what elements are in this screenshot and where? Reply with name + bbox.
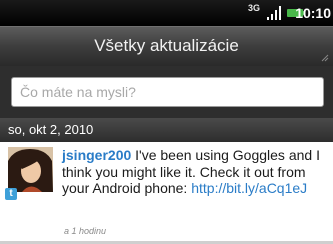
resize-grip-icon [321,54,329,62]
signal-strength-icon [267,6,281,20]
tweet-link[interactable]: http://bit.ly/aCq1eJ [191,180,307,196]
title-bar: Všetky aktualizácie [0,26,333,66]
clock: 10:10 [295,5,331,21]
feed-item[interactable]: t jsinger200 I've been using Goggles and… [0,142,333,244]
network-3g-icon: 3G [247,4,261,22]
status-bar: 3G 10:10 [0,0,333,26]
tweet-text: jsinger200 I've been using Goggles and I… [62,147,328,197]
tweet-username[interactable]: jsinger200 [62,147,131,163]
tweet-timestamp: a 1 hodinu [64,226,107,236]
page-title: Všetky aktualizácie [94,36,239,55]
network-type: 3G [247,3,260,13]
avatar-photo-icon [8,147,53,192]
status-input[interactable]: Čo máte na mysli? [11,77,324,107]
compose-area: Čo máte na mysli? [0,66,333,118]
twitter-icon: t [5,188,17,200]
date-header: so, okt 2, 2010 [0,118,333,142]
avatar[interactable] [8,147,53,192]
